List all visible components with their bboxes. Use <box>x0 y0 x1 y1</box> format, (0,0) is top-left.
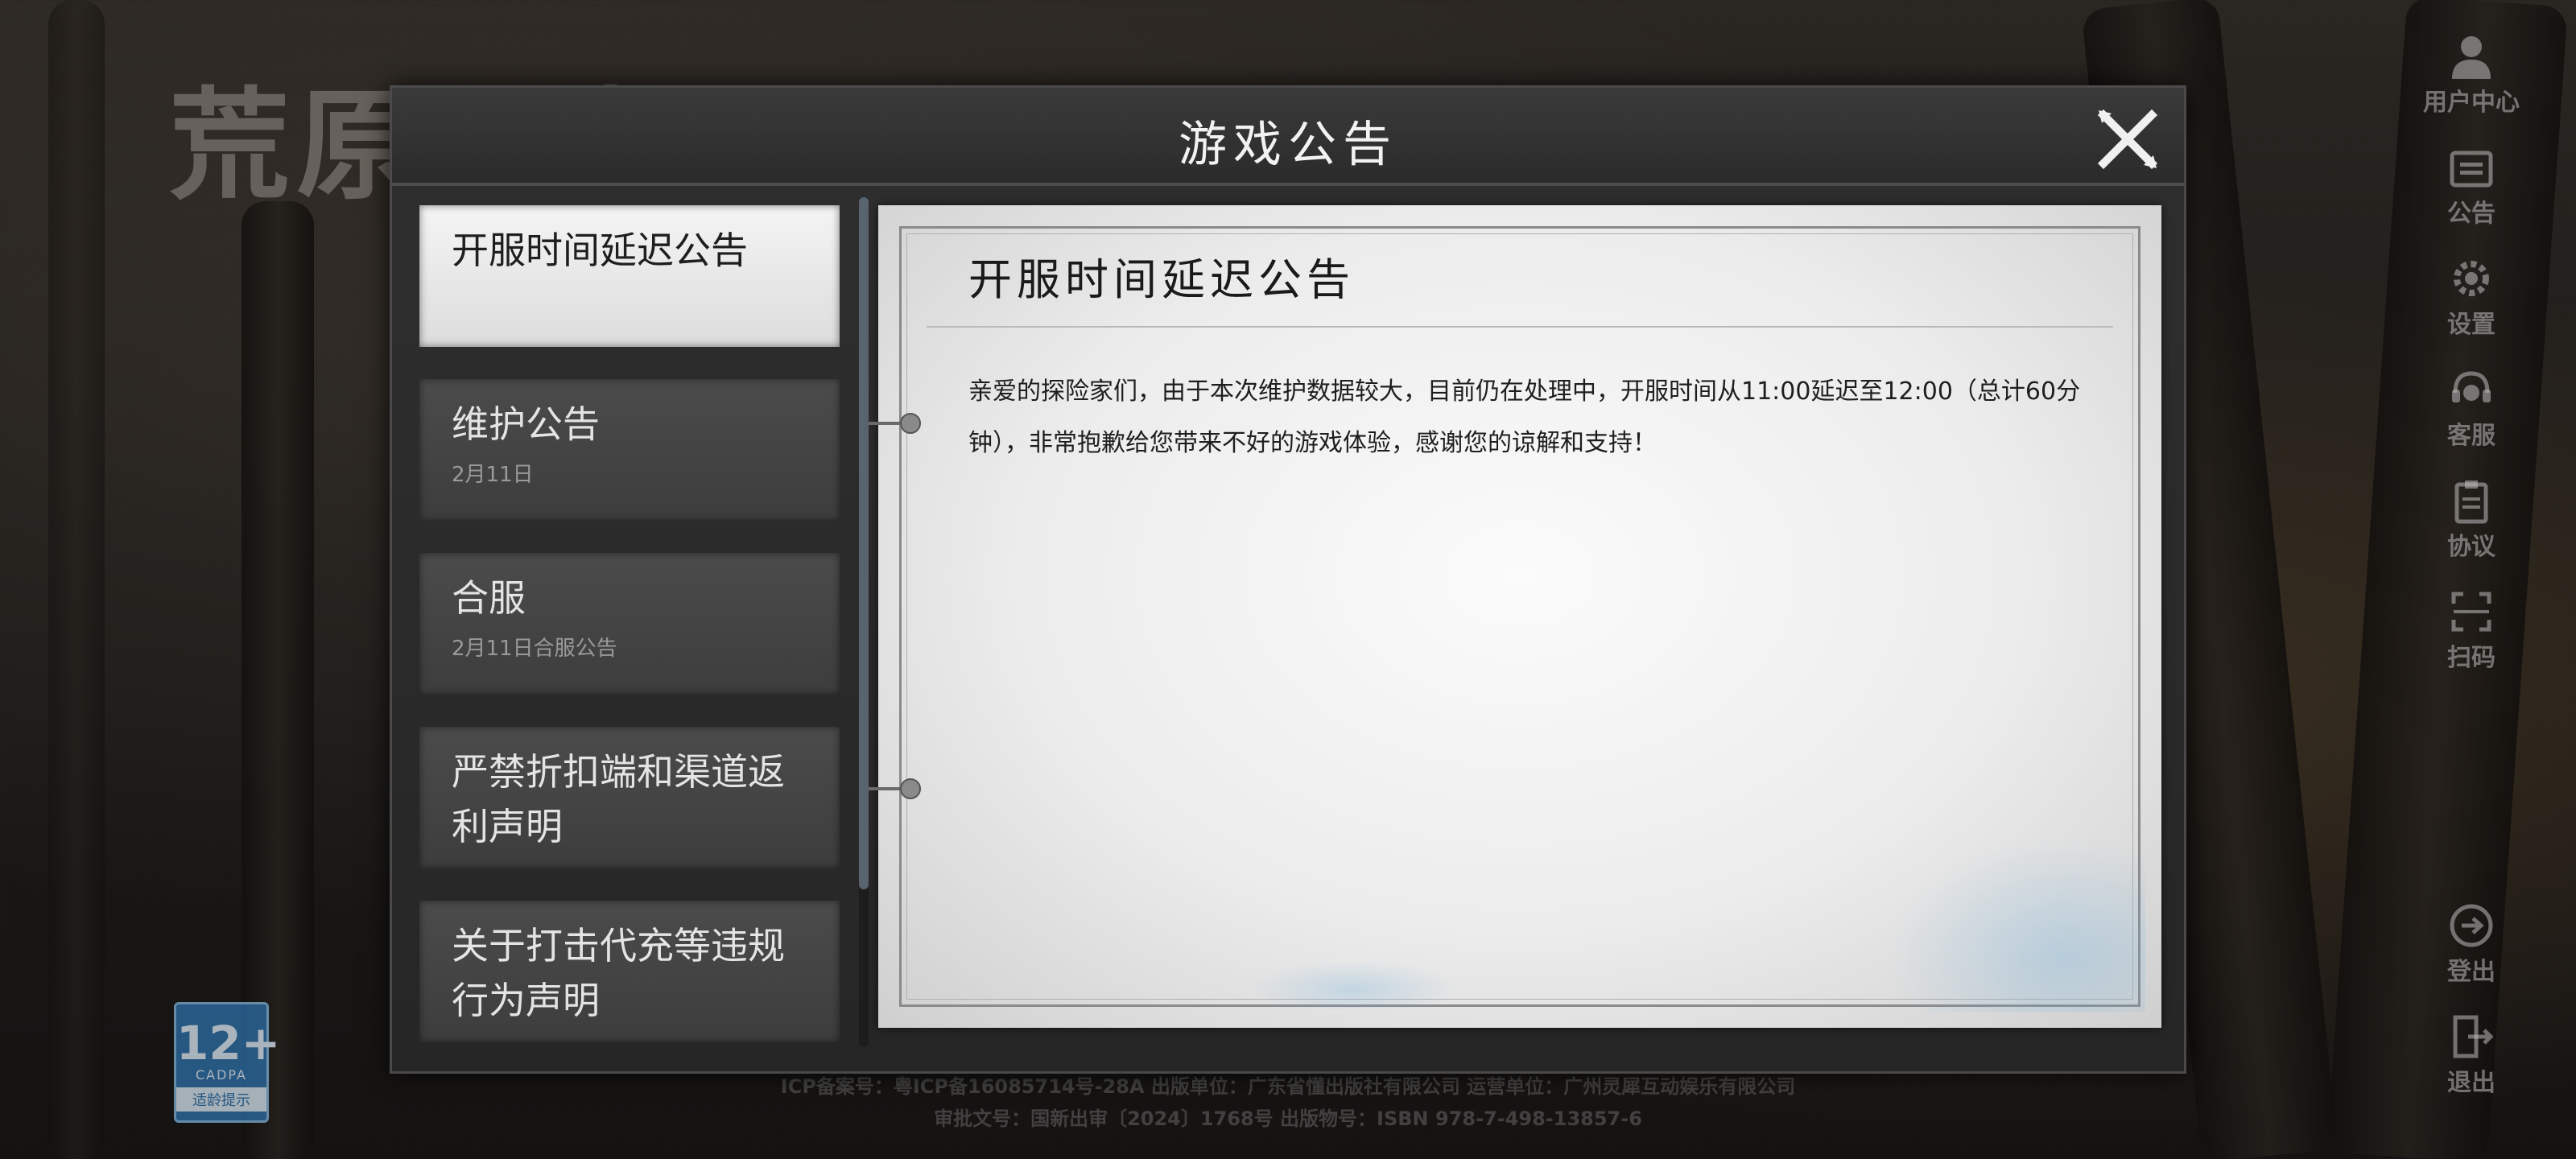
exit-icon <box>2453 1015 2494 1058</box>
announcement-item-title: 严禁折扣端和渠道返利声明 <box>452 750 785 848</box>
side-item-logout[interactable]: 登出 <box>2415 901 2528 987</box>
side-menu: 用户中心 公告 设置 客服 协议 扫码 <box>2415 32 2528 699</box>
side-item-agreement[interactable]: 协议 <box>2415 476 2528 562</box>
announcement-item-title: 关于打击代充等违规行为声明 <box>452 924 785 1022</box>
content-divider <box>927 326 2113 328</box>
announcement-item[interactable]: 维护公告 2月11日 <box>419 379 840 521</box>
dialog-title: 游戏公告 <box>1179 117 1397 173</box>
side-item-customer-service[interactable]: 客服 <box>2415 365 2528 451</box>
pin-icon <box>869 413 921 434</box>
announcement-content-title: 开服时间延迟公告 <box>968 254 1355 305</box>
age-rating-value: 12+ <box>176 1016 281 1070</box>
background-tree <box>48 0 105 1159</box>
user-icon <box>2452 36 2491 79</box>
footer-license-line: ICP备案号：粤ICP备16085714号-28A 出版单位：广东省懂出版社有限… <box>780 1075 1796 1098</box>
dialog-header: 游戏公告 <box>392 88 2184 186</box>
close-button[interactable] <box>2095 107 2160 171</box>
announcement-item[interactable]: 开服时间延迟公告 <box>419 205 840 347</box>
side-item-announcement[interactable]: 公告 <box>2415 143 2528 229</box>
list-scrollbar[interactable] <box>859 197 869 1047</box>
announcement-content-body: 亲爱的探险家们，由于本次维护数据较大，目前仍在处理中，开服时间从11:00延迟至… <box>968 377 2081 457</box>
gear-icon <box>2454 261 2489 296</box>
side-item-user-center[interactable]: 用户中心 <box>2415 32 2528 118</box>
close-icon <box>2097 109 2158 170</box>
announcement-item-title: 合服 <box>452 576 526 620</box>
clipboard-icon <box>2454 481 2488 524</box>
announcement-item[interactable]: 合服 2月11日合服公告 <box>419 553 840 695</box>
list-scrollbar-thumb[interactable] <box>859 197 869 889</box>
paper-stain <box>1872 827 2145 1012</box>
side-item-label: 登出 <box>2447 958 2496 986</box>
headset-icon <box>2452 371 2491 402</box>
pin-icon <box>869 778 921 799</box>
announcement-item[interactable]: 关于打击代充等违规行为声明 <box>419 901 840 1042</box>
side-item-scan[interactable]: 扫码 <box>2415 588 2528 673</box>
side-item-label: 客服 <box>2447 422 2496 450</box>
side-item-exit[interactable]: 退出 <box>2415 1013 2528 1098</box>
scan-icon <box>2451 592 2491 632</box>
announcement-item-subtitle: 2月11日合服公告 <box>452 637 617 661</box>
paper-stain <box>1249 960 1458 1008</box>
announcement-item-title: 开服时间延迟公告 <box>452 229 748 272</box>
announcement-dialog: 游戏公告 开服时间延迟公告 维护公告 2月11日 合服 2月11日合服公告 严禁… <box>390 85 2186 1074</box>
announcement-icon <box>2450 151 2493 188</box>
side-item-label: 退出 <box>2447 1069 2496 1097</box>
announcement-item[interactable]: 严禁折扣端和渠道返利声明 <box>419 727 840 868</box>
side-item-label: 扫码 <box>2447 644 2496 672</box>
side-item-label: 公告 <box>2447 200 2496 228</box>
announcement-content-panel: 开服时间延迟公告 亲爱的探险家们，由于本次维护数据较大，目前仍在处理中，开服时间… <box>869 205 2161 1028</box>
announcement-item-title: 维护公告 <box>452 402 600 446</box>
side-item-label: 用户中心 <box>2423 89 2520 117</box>
side-item-label: 协议 <box>2447 533 2496 561</box>
announcement-item-subtitle: 2月11日 <box>452 463 534 487</box>
side-item-label: 设置 <box>2447 311 2496 339</box>
side-menu-bottom: 登出 退出 <box>2415 901 2528 1124</box>
announcement-list: 开服时间延迟公告 维护公告 2月11日 合服 2月11日合服公告 严禁折扣端和渠… <box>419 205 840 1047</box>
logout-icon <box>2450 904 2493 947</box>
side-item-settings[interactable]: 设置 <box>2415 254 2528 340</box>
footer-approval-line: 审批文号：国新出审〔2024〕1768号 出版物号：ISBN 978-7-498… <box>934 1107 1642 1130</box>
